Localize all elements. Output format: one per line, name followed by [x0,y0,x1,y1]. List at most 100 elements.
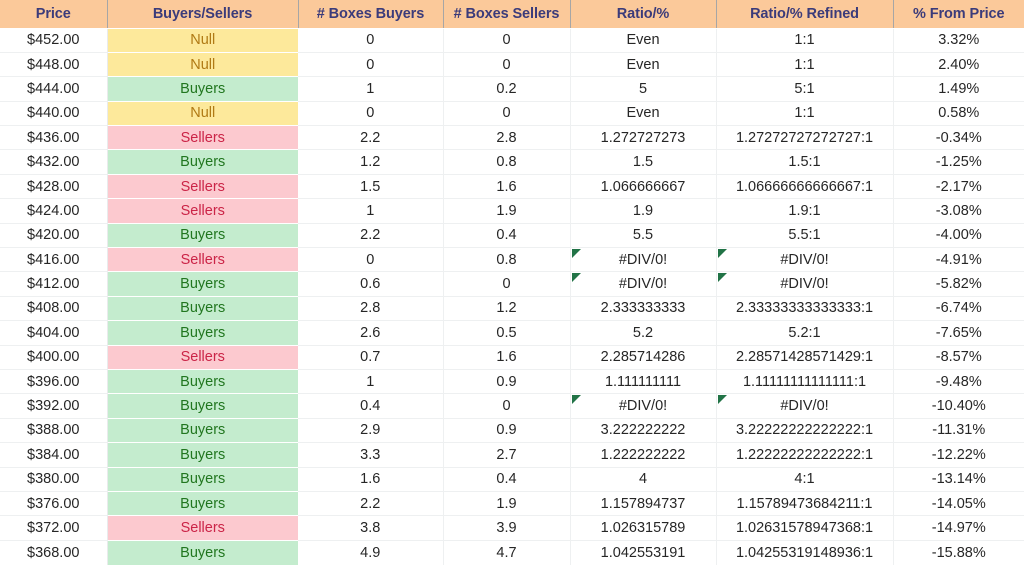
cell-ratio-refined[interactable]: 1:1 [716,101,894,127]
cell-ratio-refined[interactable]: #DIV/0! [716,271,894,297]
cell-status[interactable]: Buyers [107,271,298,297]
cell-price[interactable]: $436.00 [0,125,108,151]
cell-pct-from-price[interactable]: -11.31% [893,418,1024,444]
cell-ratio[interactable]: 1.042553191 [570,540,717,565]
cell-status[interactable]: Buyers [107,442,298,468]
cell-ratio-refined[interactable]: 4:1 [716,467,894,492]
cell-boxes-buyers[interactable]: 2.6 [298,320,444,346]
cell-ratio-refined[interactable]: 1.5:1 [716,149,894,175]
cell-boxes-buyers[interactable]: 2.2 [298,491,444,517]
column-header-pct-from-price[interactable]: % From Price [893,0,1024,29]
cell-ratio[interactable]: Even [570,52,717,78]
cell-ratio-refined[interactable]: 1.11111111111111:1 [716,369,894,395]
cell-ratio-refined[interactable]: 1.27272727272727:1 [716,125,894,151]
cell-boxes-sellers[interactable]: 2.8 [443,125,571,151]
cell-pct-from-price[interactable]: -3.08% [893,198,1024,224]
cell-ratio-refined[interactable]: 1.15789473684211:1 [716,491,894,517]
cell-boxes-sellers[interactable]: 0.8 [443,149,571,175]
cell-status[interactable]: Buyers [107,296,298,322]
cell-ratio[interactable]: Even [570,101,717,127]
cell-price[interactable]: $388.00 [0,418,108,444]
cell-ratio-refined[interactable]: 3.22222222222222:1 [716,418,894,444]
cell-status[interactable]: Buyers [107,76,298,102]
cell-price[interactable]: $368.00 [0,540,108,565]
cell-ratio[interactable]: 1.111111111 [570,369,717,395]
cell-ratio[interactable]: 1.026315789 [570,515,717,541]
cell-status[interactable]: Sellers [107,174,298,200]
cell-pct-from-price[interactable]: 3.32% [893,28,1024,53]
cell-price[interactable]: $432.00 [0,149,108,175]
cell-pct-from-price[interactable]: -15.88% [893,540,1024,564]
cell-status[interactable]: Sellers [107,247,298,273]
cell-price[interactable]: $416.00 [0,247,108,273]
column-header-boxes-buyers[interactable]: # Boxes Buyers [298,0,444,29]
cell-pct-from-price[interactable]: 1.49% [893,76,1024,102]
cell-price[interactable]: $428.00 [0,174,108,200]
cell-boxes-sellers[interactable]: 4.7 [443,540,571,565]
cell-price[interactable]: $372.00 [0,515,108,541]
cell-boxes-buyers[interactable]: 4.9 [298,540,444,565]
cell-boxes-sellers[interactable]: 0.9 [443,369,571,395]
cell-boxes-buyers[interactable]: 1.5 [298,174,444,200]
cell-boxes-sellers[interactable]: 1.6 [443,174,571,200]
cell-boxes-sellers[interactable]: 0 [443,52,571,78]
cell-status[interactable]: Buyers [107,369,298,395]
cell-price[interactable]: $384.00 [0,442,108,468]
cell-boxes-buyers[interactable]: 3.8 [298,515,444,541]
column-header-status[interactable]: Buyers/Sellers [107,0,299,29]
cell-ratio[interactable]: 1.066666667 [570,174,717,200]
cell-boxes-buyers[interactable]: 1.2 [298,149,444,175]
cell-boxes-buyers[interactable]: 0 [298,247,444,273]
cell-ratio-refined[interactable]: 2.28571428571429:1 [716,345,894,370]
cell-boxes-sellers[interactable]: 1.9 [443,491,571,517]
cell-boxes-sellers[interactable]: 0.9 [443,418,571,444]
cell-boxes-buyers[interactable]: 2.8 [298,296,444,322]
cell-ratio[interactable]: 1.222222222 [570,442,717,468]
cell-boxes-sellers[interactable]: 0.4 [443,223,571,249]
cell-status[interactable]: Buyers [107,540,298,565]
cell-status[interactable]: Buyers [107,223,298,249]
cell-boxes-buyers[interactable]: 3.3 [298,442,444,468]
cell-pct-from-price[interactable]: -13.14% [893,467,1024,492]
cell-price[interactable]: $376.00 [0,491,108,517]
cell-ratio[interactable]: Even [570,28,717,53]
cell-price[interactable]: $424.00 [0,198,108,224]
cell-boxes-buyers[interactable]: 1 [298,198,444,224]
cell-boxes-sellers[interactable]: 2.7 [443,442,571,468]
cell-price[interactable]: $396.00 [0,369,108,395]
cell-status[interactable]: Sellers [107,345,298,370]
cell-status[interactable]: Buyers [107,467,298,492]
cell-ratio[interactable]: 1.272727273 [570,125,717,151]
cell-price[interactable]: $400.00 [0,345,108,370]
cell-price[interactable]: $404.00 [0,320,108,346]
column-header-boxes-sellers[interactable]: # Boxes Sellers [443,0,571,29]
cell-boxes-sellers[interactable]: 0.2 [443,76,571,102]
cell-pct-from-price[interactable]: -6.74% [893,296,1024,322]
cell-ratio-refined[interactable]: 2.33333333333333:1 [716,296,894,322]
cell-pct-from-price[interactable]: -5.82% [893,271,1024,297]
cell-ratio-refined[interactable]: 1:1 [716,28,894,53]
cell-ratio-refined[interactable]: 1.02631578947368:1 [716,515,894,541]
cell-boxes-buyers[interactable]: 0 [298,52,444,78]
cell-price[interactable]: $448.00 [0,52,108,78]
cell-ratio-refined[interactable]: 1:1 [716,52,894,78]
cell-status[interactable]: Null [107,52,298,78]
cell-pct-from-price[interactable]: -10.40% [893,393,1024,419]
cell-status[interactable]: Buyers [107,418,298,444]
cell-pct-from-price[interactable]: 2.40% [893,52,1024,78]
cell-ratio-refined[interactable]: 1.04255319148936:1 [716,540,894,565]
cell-price[interactable]: $412.00 [0,271,108,297]
cell-ratio[interactable]: 1.9 [570,198,717,224]
cell-ratio-refined[interactable]: #DIV/0! [716,247,894,273]
cell-boxes-buyers[interactable]: 2.2 [298,223,444,249]
cell-status[interactable]: Buyers [107,149,298,175]
cell-ratio[interactable]: #DIV/0! [570,247,717,273]
cell-boxes-sellers[interactable]: 0 [443,393,571,419]
cell-boxes-sellers[interactable]: 0.4 [443,467,571,492]
cell-price[interactable]: $408.00 [0,296,108,322]
cell-pct-from-price[interactable]: -4.91% [893,247,1024,273]
cell-ratio[interactable]: 5 [570,76,717,102]
cell-pct-from-price[interactable]: -1.25% [893,149,1024,175]
cell-boxes-sellers[interactable]: 3.9 [443,515,571,541]
column-header-price[interactable]: Price [0,0,108,29]
